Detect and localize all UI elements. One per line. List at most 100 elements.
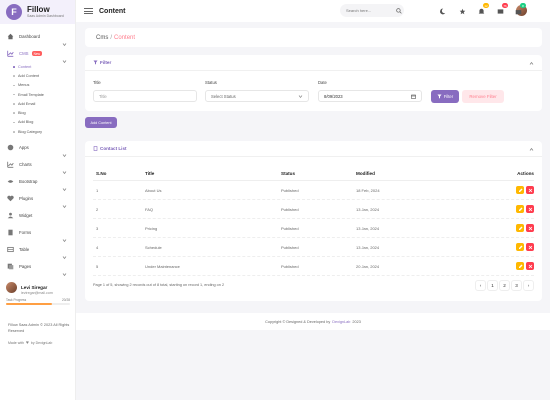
sidebar-item-charts[interactable]: Charts <box>0 156 75 175</box>
list-card-header[interactable]: Contact List <box>85 141 542 157</box>
delete-button[interactable] <box>526 262 534 270</box>
sidebar-item-plugins[interactable]: Plugins <box>0 190 75 209</box>
table-row: 4 Schedule Published 13 Jan, 2024 <box>93 238 534 257</box>
star-icon[interactable] <box>457 6 467 16</box>
edit-button[interactable] <box>516 205 524 213</box>
cart-icon[interactable]: 8 <box>513 3 526 16</box>
progress-fill <box>6 303 52 305</box>
col-status[interactable]: Status <box>281 171 295 176</box>
progress-label: Task Progress <box>6 298 27 302</box>
home-icon <box>6 33 14 41</box>
delete-button[interactable] <box>526 224 534 232</box>
profile-card[interactable]: Levi Siregar leviregar@mail.com Task Pro… <box>6 282 70 305</box>
submenu-item-add-email[interactable]: Add Email <box>13 99 75 108</box>
line-chart-icon <box>6 161 14 169</box>
profile-email: leviregar@mail.com <box>21 291 53 295</box>
file-icon <box>6 229 14 237</box>
col-modified[interactable]: Modified <box>356 171 375 176</box>
search-input[interactable] <box>346 8 396 13</box>
list-title: Contact List <box>100 146 127 151</box>
edit-button[interactable] <box>516 224 524 232</box>
brand-logo: F <box>6 4 22 20</box>
filter-button[interactable]: Filter <box>431 90 459 103</box>
breadcrumb-parent[interactable]: Cms <box>96 35 108 41</box>
brand-title: Fillow <box>27 5 50 14</box>
add-content-button[interactable]: Add Content <box>85 117 117 128</box>
sidebar-item-dashboard[interactable]: Dashboard <box>0 28 75 47</box>
edit-button[interactable] <box>516 243 524 251</box>
dark-mode-icon[interactable] <box>437 6 447 16</box>
submenu-item-menus[interactable]: Menus <box>13 81 75 90</box>
cell-modified: 20 Jan, 2024 <box>356 263 380 269</box>
filter-icon <box>437 94 442 99</box>
calendar-icon[interactable] <box>411 94 416 99</box>
submenu-item-email-template[interactable]: Email Template <box>13 90 75 99</box>
status-label: Status <box>205 80 217 85</box>
avatar <box>6 282 17 293</box>
sidebar-item-label: Table <box>19 247 30 253</box>
sidebar-item-label: Plugins <box>19 196 34 202</box>
pencil-icon <box>518 264 522 268</box>
delete-button[interactable] <box>526 243 534 251</box>
table-row: 3 Pricing Published 13 Jan, 2024 <box>93 219 534 238</box>
sidebar-item-apps[interactable]: Apps <box>0 139 75 158</box>
chevron-down-icon <box>62 247 67 260</box>
status-select[interactable]: Select Status <box>205 90 309 102</box>
delete-button[interactable] <box>526 205 534 213</box>
submenu-item-add-content[interactable]: Add Content <box>13 71 75 80</box>
col-sno[interactable]: S.No <box>96 171 106 176</box>
pencil-icon <box>518 226 522 230</box>
chevron-up-icon[interactable] <box>529 147 534 152</box>
content-table: S.No Title Status Modified Actions 1 Abo… <box>93 167 534 276</box>
cell-status: Published <box>281 244 299 250</box>
search-bar[interactable] <box>340 4 404 17</box>
search-icon[interactable] <box>396 7 402 14</box>
date-field[interactable]: 8/09/2023 <box>318 90 422 102</box>
close-icon <box>528 264 532 268</box>
pagination-page-2[interactable]: 2 <box>499 280 510 291</box>
filter-card-header[interactable]: Filter <box>85 55 542 71</box>
pencil-icon <box>518 188 522 192</box>
col-title[interactable]: Title <box>145 171 154 176</box>
footer-link[interactable]: DexignLab <box>332 320 350 324</box>
page-title: Content <box>99 7 126 15</box>
progress-bar <box>6 303 70 305</box>
sidebar-item-bootstrap[interactable]: Bootstrap <box>0 173 75 192</box>
sidebar-item-label: Pages <box>19 264 32 270</box>
sidebar-item-label: Charts <box>19 162 32 168</box>
edit-button[interactable] <box>516 262 524 270</box>
heart-icon: ♥ <box>25 340 29 346</box>
submenu-item-content[interactable]: Content <box>13 62 75 71</box>
sidebar-item-pages[interactable]: Pages <box>0 258 75 277</box>
edit-button[interactable] <box>516 186 524 194</box>
sidebar-item-cms[interactable]: CMS New <box>0 45 75 64</box>
submenu-item-add-blog[interactable]: Add Blog <box>13 118 75 127</box>
pagination-page-3[interactable]: 3 <box>511 280 522 291</box>
submenu-item-blog-category[interactable]: Blog Category <box>13 127 75 136</box>
table-row: 5 Under Maintenance Published 20 Jan, 20… <box>93 257 534 276</box>
pagination-prev[interactable]: ‹ <box>475 280 486 291</box>
info-icon <box>6 144 14 152</box>
contact-list-card: Contact List S.No Title Status Modified … <box>85 141 542 301</box>
close-icon <box>528 188 532 192</box>
brand[interactable]: F Fillow Saas Admin Dashboard <box>0 0 75 24</box>
cell-sno: 3 <box>96 225 99 231</box>
submenu-item-blog[interactable]: Blog <box>13 108 75 117</box>
sidebar-item-label: CMS <box>19 51 29 56</box>
sidebar-item-widget[interactable]: Widget <box>0 207 75 224</box>
remove-filter-button[interactable]: Remove Filter <box>462 90 504 103</box>
pagination-next[interactable]: › <box>523 280 534 291</box>
cell-sno: 1 <box>96 187 99 193</box>
title-field[interactable]: Title <box>93 90 197 102</box>
menu-toggle-icon[interactable] <box>84 7 93 16</box>
breadcrumb: Cms / Content <box>85 28 542 47</box>
chevron-down-icon <box>62 179 67 192</box>
chevron-up-icon[interactable] <box>529 61 534 66</box>
pagination-page-1[interactable]: 1 <box>487 280 498 291</box>
mail-icon[interactable]: 76 <box>495 3 508 16</box>
sidebar-item-forms[interactable]: Forms <box>0 224 75 243</box>
cms-submenu: Content Add Content Menus Email Template… <box>0 62 75 136</box>
sidebar-item-table[interactable]: Table <box>0 241 75 260</box>
bell-icon[interactable]: 12 <box>476 3 489 16</box>
delete-button[interactable] <box>526 186 534 194</box>
